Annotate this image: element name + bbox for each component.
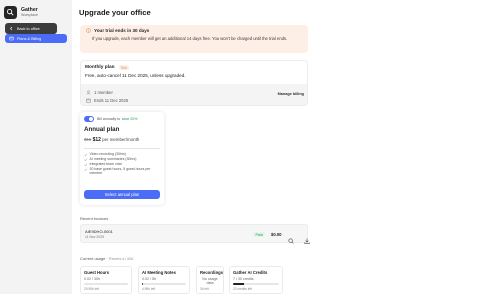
check-icon bbox=[84, 153, 88, 156]
member-count: 1 member bbox=[94, 89, 113, 95]
feature-list: Video recording (30hrs) AI meeting summa… bbox=[84, 148, 160, 175]
feature-item: Video recording (30hrs) bbox=[84, 152, 160, 156]
usage-card-value: 0.02 / 5h bbox=[142, 276, 156, 281]
toggle-label: Bill annually to bbox=[97, 117, 121, 121]
workspace-brand[interactable]: Gather Workplace bbox=[4, 6, 38, 19]
usage-progress-bar bbox=[84, 282, 128, 285]
back-to-office-label: Back to office bbox=[17, 26, 40, 31]
plan-subtitle: Free, auto-cancel 11 Dec 2025, unless up… bbox=[85, 73, 186, 78]
invoice-amount: $0.00 bbox=[271, 232, 282, 238]
feature-text: Video recording (30hrs) bbox=[89, 152, 127, 156]
workspace-logo-icon bbox=[4, 6, 17, 19]
table-row[interactable]: AIE9DHO-0001 11 Nov 2025 Paid $0.00 bbox=[80, 224, 310, 244]
usage-card-ai-notes: AI Meeting Notes 0.02 / 5h 4.98h left bbox=[138, 266, 190, 294]
trial-banner-body: If you upgrade, each member will get an … bbox=[92, 36, 288, 41]
usage-card-recordings: Recordings No usage data 3h left bbox=[196, 266, 224, 294]
usage-card-value: No usage data bbox=[202, 276, 218, 285]
usage-card-remaining: 3h left bbox=[200, 286, 209, 291]
invoice-id: AIE9DHO-0001 bbox=[85, 229, 113, 234]
feature-item: 30 base guest hours, 5 guest hours per m… bbox=[84, 167, 160, 175]
sidebar-item-label: Plans & Billing bbox=[17, 36, 42, 41]
usage-card-title: Gather AI Credits bbox=[233, 270, 268, 275]
trial-banner-title: Your trial ends in 30 days bbox=[94, 28, 150, 33]
price-suffix: per member/month bbox=[102, 137, 140, 142]
usage-title: Current usage bbox=[80, 256, 106, 261]
bill-annually-toggle[interactable] bbox=[84, 116, 94, 122]
feature-text: Integrated team chat bbox=[89, 162, 122, 166]
usage-card-remaining: 4.98h left bbox=[142, 287, 156, 291]
arrow-left-icon bbox=[10, 26, 13, 31]
plan-name: Monthly plan bbox=[85, 65, 115, 70]
download-icon bbox=[304, 238, 310, 244]
usage-card-title: AI Meeting Notes bbox=[142, 270, 176, 275]
sidebar: Gather Workplace Back to office Plans & … bbox=[0, 0, 72, 294]
usage-card-title: Recordings bbox=[200, 270, 224, 275]
users-icon bbox=[86, 90, 91, 95]
old-price: $15 bbox=[84, 137, 92, 142]
usage-progress-fill bbox=[233, 282, 244, 285]
select-annual-plan-button[interactable]: Select annual plan bbox=[84, 190, 160, 199]
usage-card-value: 7 / 30 credits bbox=[233, 276, 254, 281]
current-plan-card: Monthly plan Trial Free, auto-cancel 11 … bbox=[80, 60, 308, 106]
workspace-sub: Workplace bbox=[21, 13, 38, 17]
status-badge: Paid bbox=[253, 232, 266, 238]
download-invoice-button[interactable] bbox=[304, 231, 310, 249]
check-icon bbox=[84, 163, 88, 166]
invoice-date: 11 Nov 2025 bbox=[85, 235, 104, 239]
usage-progress-bar bbox=[142, 282, 186, 285]
usage-reset: · Resets in 30d bbox=[106, 256, 134, 261]
usage-progress-bar bbox=[233, 282, 279, 285]
recent-invoices-label: Recent invoices bbox=[80, 216, 109, 221]
feature-text: 30 base guest hours, 5 guest hours per m… bbox=[89, 167, 151, 176]
check-icon bbox=[84, 158, 88, 161]
usage-card-guest-hours: Guest Hours 0.02 / 30h 29.98h left bbox=[80, 266, 132, 294]
calendar-icon bbox=[86, 98, 91, 103]
annual-plan-card: Bill annually to save 20% Annual plan $1… bbox=[80, 112, 164, 205]
feature-item: Integrated team chat bbox=[84, 162, 160, 166]
annual-plan-title: Annual plan bbox=[84, 126, 120, 133]
usage-card-ai-credits: Gather AI Credits 7 / 30 credits 23 cred… bbox=[229, 266, 283, 294]
view-invoice-button[interactable] bbox=[288, 231, 294, 249]
save-percentage: save 20% bbox=[121, 117, 138, 121]
feature-item: AI meeting summaries (30hrs) bbox=[84, 157, 160, 161]
info-icon bbox=[86, 28, 91, 33]
plan-end-date: Ends 11 Dec 2025 bbox=[94, 97, 129, 103]
usage-card-remaining: 29.98h left bbox=[84, 287, 99, 291]
back-to-office-button[interactable]: Back to office bbox=[5, 23, 57, 34]
manage-billing-button[interactable]: Manage billing bbox=[278, 92, 304, 96]
usage-card-title: Guest Hours bbox=[84, 270, 110, 275]
search-icon bbox=[288, 238, 294, 244]
status-badge: Trial bbox=[118, 65, 129, 70]
usage-card-value: 0.02 / 30h bbox=[84, 276, 100, 281]
current-usage-label: Current usage · Resets in 30d bbox=[80, 256, 133, 261]
feature-text: AI meeting summaries (30hrs) bbox=[89, 157, 137, 161]
usage-card-remaining: 23 credits left bbox=[233, 287, 252, 291]
annual-price: $12 bbox=[92, 137, 101, 143]
trial-banner: Your trial ends in 30 days If you upgrad… bbox=[80, 25, 308, 53]
sidebar-item-plans-billing[interactable]: Plans & Billing bbox=[5, 34, 67, 43]
check-icon bbox=[84, 168, 88, 171]
page-title: Upgrade your office bbox=[79, 8, 151, 17]
credit-card-icon bbox=[9, 36, 14, 41]
main-content: Upgrade your office Your trial ends in 3… bbox=[72, 0, 500, 294]
